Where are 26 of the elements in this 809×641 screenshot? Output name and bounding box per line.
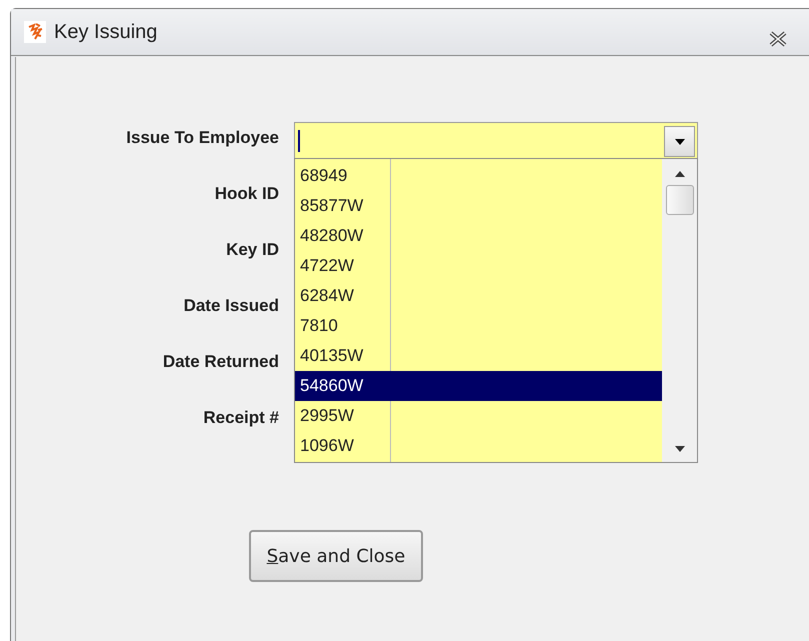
scroll-up-icon[interactable]: [674, 171, 684, 177]
dropdown-item[interactable]: 40135W: [295, 341, 662, 371]
dropdown-item[interactable]: 1096W: [295, 431, 662, 461]
scroll-down-icon[interactable]: [674, 446, 684, 452]
dropdown-item[interactable]: 68949: [295, 161, 662, 191]
window-title: Key Issuing: [54, 20, 158, 44]
field-label: Hook ID: [214, 183, 279, 205]
dropdown-item[interactable]: 6284W: [295, 281, 662, 311]
app-icon: [24, 21, 46, 43]
field-label: Date Issued: [184, 295, 279, 317]
field-label: Date Returned: [162, 351, 279, 373]
dropdown-item[interactable]: 2995W: [295, 401, 662, 431]
dropdown-item[interactable]: 4722W: [295, 251, 662, 281]
field-label: Receipt #: [203, 407, 279, 429]
close-icon[interactable]: [767, 31, 789, 47]
dropdown-item[interactable]: 7810: [295, 311, 662, 341]
field-label: Issue To Employee: [126, 127, 279, 149]
dropdown-item[interactable]: 54860W: [295, 371, 662, 401]
caret-icon: [674, 138, 684, 144]
dropdown-item[interactable]: 85877W: [295, 191, 662, 221]
scrollbar[interactable]: [662, 159, 697, 462]
dropdown-item[interactable]: 48280W: [295, 221, 662, 251]
field-label: Key ID: [226, 239, 279, 261]
scroll-thumb[interactable]: [666, 185, 694, 215]
dropdown-button[interactable]: [664, 126, 695, 157]
save-and-close-button[interactable]: Save and Close: [249, 530, 423, 582]
